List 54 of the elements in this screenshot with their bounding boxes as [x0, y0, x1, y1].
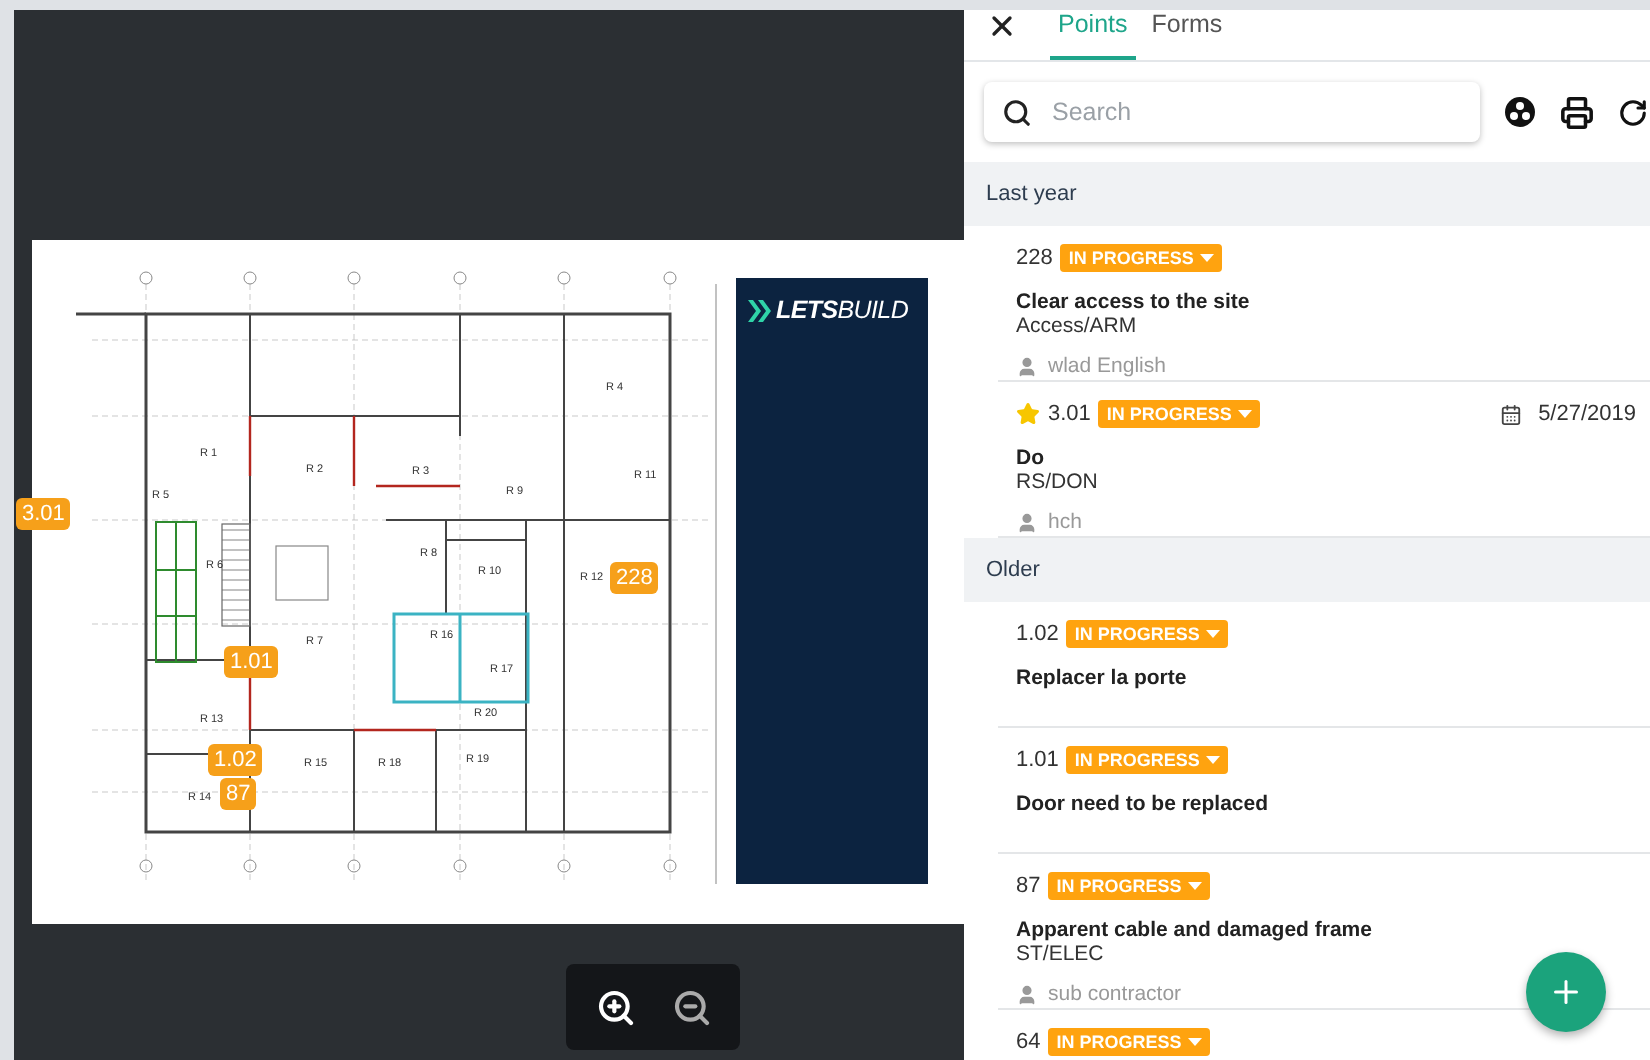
point-title: Door need to be replaced — [1016, 792, 1271, 816]
caret-icon — [1187, 882, 1202, 890]
plan-pin[interactable]: 1.02 — [208, 744, 263, 776]
status-badge[interactable]: IN PROGRESS — [1048, 1028, 1210, 1056]
point-number: 87 — [1016, 874, 1041, 898]
point-title: Replacer la porte — [1016, 666, 1189, 690]
print-button[interactable] — [1560, 95, 1594, 129]
assignee-name: wlad English — [1048, 354, 1166, 378]
caret-icon — [1205, 630, 1220, 638]
calendar-icon — [1500, 403, 1523, 425]
point-number: 228 — [1016, 246, 1053, 270]
section-header: Last year — [964, 162, 1650, 226]
plan-pin[interactable]: 87 — [220, 778, 257, 810]
user-icon — [1016, 983, 1038, 1005]
caret-icon — [1187, 1038, 1202, 1046]
assignee-name: sub contractor — [1048, 982, 1182, 1006]
point-subtitle: Access/ARM — [1016, 314, 1139, 338]
point-number: 1.02 — [1016, 622, 1059, 646]
zoom-in-button[interactable] — [595, 987, 635, 1027]
point-number: 1.01 — [1016, 748, 1059, 772]
user-icon — [1016, 355, 1038, 377]
close-button[interactable] — [986, 10, 1018, 42]
point-title: Do — [1016, 446, 1046, 470]
tab[interactable]: Forms — [1143, 10, 1231, 60]
point-subtitle: ST/ELEC — [1016, 942, 1106, 966]
section-header: Older — [964, 538, 1650, 602]
tab[interactable]: Points — [1050, 10, 1136, 60]
plan-pin[interactable]: 228 — [610, 562, 659, 594]
search-icon — [1002, 97, 1032, 127]
caret-icon — [1199, 254, 1214, 262]
caret-icon — [1237, 410, 1252, 418]
caret-icon — [1205, 756, 1220, 764]
plan-pin[interactable]: 1.01 — [224, 646, 279, 678]
chevrons-icon — [748, 299, 772, 321]
plus-icon — [1548, 974, 1584, 1010]
refresh-button[interactable] — [1618, 97, 1648, 127]
logo-text: LETSBUILD — [776, 296, 909, 324]
status-badge[interactable]: IN PROGRESS — [1098, 400, 1260, 428]
group-icon[interactable] — [1504, 96, 1536, 128]
plan-pin[interactable]: 3.01 — [16, 498, 71, 530]
point-title: Clear access to the site — [1016, 290, 1252, 314]
status-badge[interactable]: IN PROGRESS — [1066, 746, 1228, 774]
user-icon — [1016, 511, 1038, 533]
point-subtitle: RS/DON — [1016, 470, 1100, 494]
status-badge[interactable]: IN PROGRESS — [1066, 620, 1228, 648]
assignee-name: hch — [1048, 510, 1082, 534]
point-date: 5/27/2019 — [1538, 402, 1636, 426]
status-badge[interactable]: IN PROGRESS — [1048, 872, 1210, 900]
zoom-out-button[interactable] — [671, 987, 711, 1027]
point-title: Apparent cable and damaged frame — [1016, 918, 1374, 942]
point-number: 64 — [1016, 1030, 1041, 1054]
point-number: 3.01 — [1048, 402, 1091, 426]
star-icon[interactable] — [1016, 402, 1040, 426]
status-badge[interactable]: IN PROGRESS — [1060, 244, 1222, 272]
